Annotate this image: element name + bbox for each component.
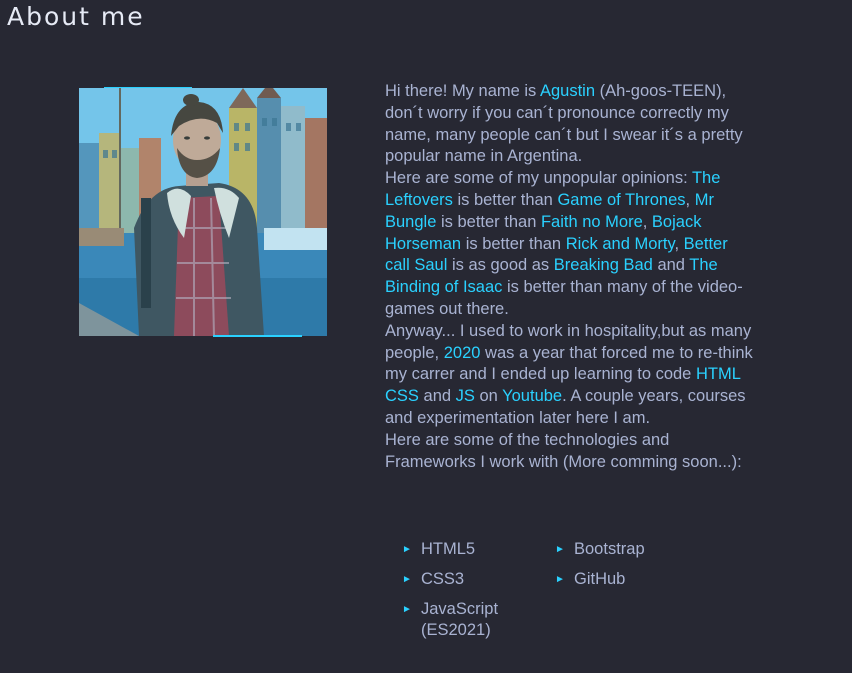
bio-paragraph-story: Anyway... I used to work in hospitality,… <box>385 321 755 430</box>
highlight-link[interactable]: 2020 <box>444 344 481 362</box>
bio-paragraph-intro: Hi there! My name is Agustin (Ah-goos-TE… <box>385 81 755 168</box>
photo-accent-line-bottom <box>213 335 302 337</box>
bio-text-run: and <box>652 256 690 275</box>
list-item: ► JavaScript (ES2021) <box>402 599 555 643</box>
bio-paragraph-tech-intro: Here are some of the technologies and Fr… <box>385 430 755 474</box>
triangle-right-icon: ► <box>555 544 565 555</box>
bio-paragraph-opinions: Here are some of my unpopular opinions: … <box>385 168 755 321</box>
technologies-list: ► HTML5 ► Bootstrap ► CSS3 ► GitHub ► Ja… <box>402 539 722 642</box>
list-item: ► CSS3 <box>402 569 555 591</box>
bio-text: Hi there! My name is Agustin (Ah-goos-TE… <box>385 81 755 473</box>
highlight-link[interactable]: Faith no More <box>541 213 643 231</box>
list-item: ► Bootstrap <box>555 539 715 561</box>
triangle-right-icon: ► <box>555 573 565 585</box>
bio-text-run: Hi there! My name is <box>385 82 540 100</box>
list-item: ► GitHub <box>555 569 715 591</box>
tech-label: HTML5 <box>421 540 476 558</box>
tech-label: Bootstrap <box>574 540 645 558</box>
highlight-link[interactable]: Youtube <box>502 387 562 405</box>
bio-text-run: and <box>418 387 456 406</box>
bio-text-run: , <box>642 212 652 231</box>
highlight-link[interactable]: JS <box>456 387 475 405</box>
page-title: About me <box>7 2 145 31</box>
bio-text-run: is as good as <box>447 256 554 275</box>
bio-text-run: is better than <box>452 190 558 209</box>
highlight-link[interactable]: Rick and Morty <box>566 235 675 253</box>
bio-text-run: , <box>674 234 684 253</box>
triangle-right-icon: ► <box>402 603 412 615</box>
list-item: ► HTML5 <box>402 539 555 561</box>
profile-photo <box>79 88 327 336</box>
highlight-link[interactable]: Breaking Bad <box>554 256 653 274</box>
triangle-right-icon: ► <box>402 544 412 555</box>
bio-text-run: is better than <box>436 212 541 231</box>
highlight-link[interactable]: Agustin <box>540 82 595 100</box>
tech-label: GitHub <box>574 569 626 588</box>
highlight-link[interactable]: Game of Thrones <box>557 191 685 209</box>
bio-text-run: , <box>685 190 695 209</box>
bio-text-run: is better than <box>461 234 566 253</box>
triangle-right-icon: ► <box>402 573 412 585</box>
tech-label: CSS3 <box>421 569 465 588</box>
bio-text-run: Here are some of my unpopular opinions: <box>385 169 692 188</box>
tech-label: JavaScript (ES2021) <box>421 599 499 640</box>
bio-text-run: on <box>474 387 503 406</box>
bio-text-run: Here are some of the technologies and Fr… <box>385 430 742 471</box>
